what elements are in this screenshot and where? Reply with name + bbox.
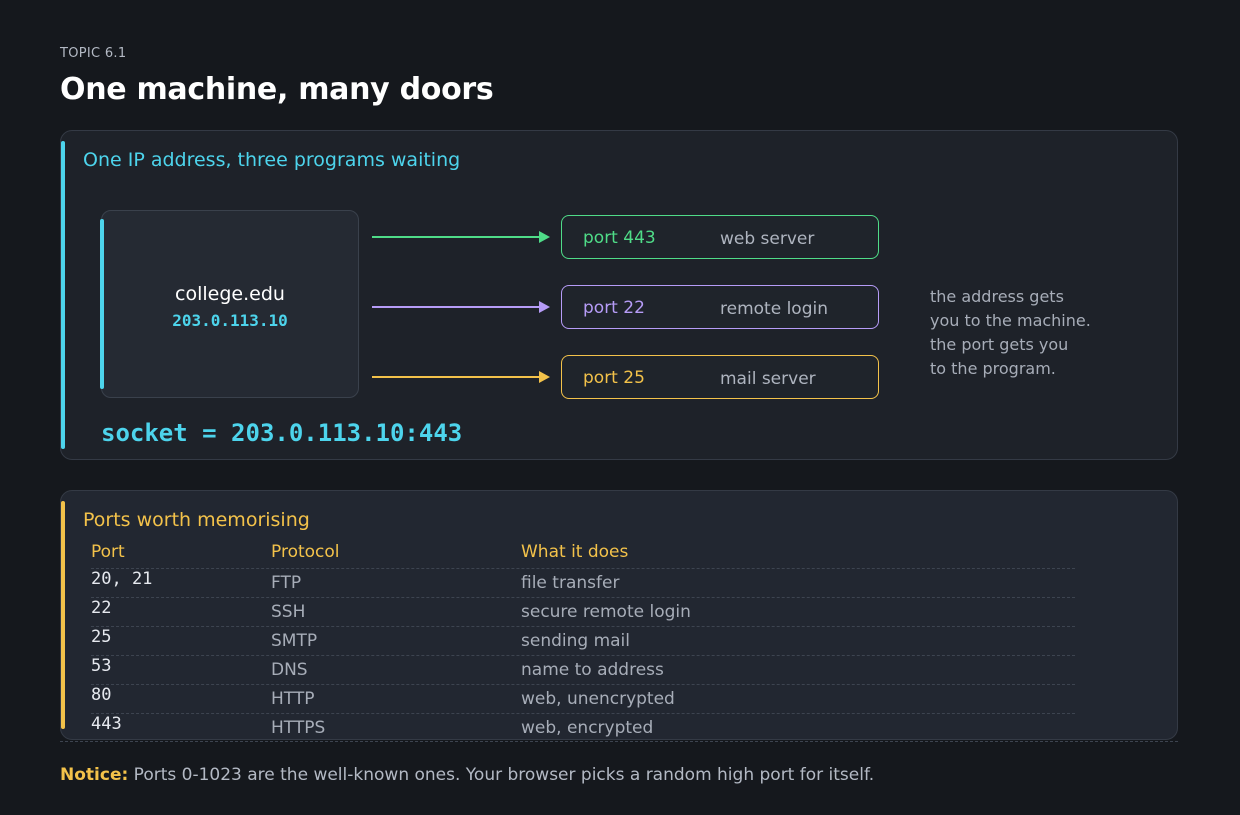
ports-card: Ports worth memorising Port Protocol Wha… [60, 490, 1178, 740]
table-row: 53 DNS name to address [91, 655, 1075, 684]
cell-protocol: SSH [271, 602, 306, 622]
header-port: Port [91, 542, 125, 562]
port-number: port 25 [583, 368, 645, 388]
cell-protocol: FTP [271, 573, 302, 593]
cell-protocol: HTTP [271, 689, 315, 709]
port-number: port 22 [583, 298, 645, 318]
arrow-head [539, 371, 550, 383]
card-accent-bar [61, 501, 65, 729]
table-row: 25 SMTP sending mail [91, 626, 1075, 655]
cell-port: 25 [91, 627, 112, 647]
cell-what: secure remote login [521, 602, 691, 622]
note-line: to the program. [930, 359, 1056, 378]
explanation-note: the address gets you to the machine. the… [930, 285, 1091, 381]
cell-port: 53 [91, 656, 112, 676]
divider [60, 741, 1178, 742]
note-line: you to the machine. [930, 311, 1091, 330]
port-box-25: port 25 mail server [561, 355, 879, 399]
table-header: Port Protocol What it does [91, 540, 1075, 568]
cell-what: web, encrypted [521, 718, 654, 738]
cell-protocol: SMTP [271, 631, 318, 651]
port-box-443: port 443 web server [561, 215, 879, 259]
cell-port: 20, 21 [91, 569, 153, 589]
cell-what: web, unencrypted [521, 689, 675, 709]
cell-what: file transfer [521, 573, 620, 593]
cell-protocol: HTTPS [271, 718, 326, 738]
table-row: 443 HTTPS web, encrypted [91, 713, 1075, 739]
header-what: What it does [521, 542, 629, 562]
ports-table-title: Ports worth memorising [83, 509, 310, 531]
note-line: the port gets you [930, 335, 1069, 354]
cell-protocol: DNS [271, 660, 308, 680]
port-service: web server [720, 229, 815, 249]
socket-formula: socket = 203.0.113.10:443 [101, 419, 463, 447]
topic-label: TOPIC 6.1 [60, 46, 127, 61]
port-service: mail server [720, 369, 816, 389]
table-row: 80 HTTP web, unencrypted [91, 684, 1075, 713]
port-box-22: port 22 remote login [561, 285, 879, 329]
ports-table: Port Protocol What it does 20, 21 FTP fi… [91, 540, 1075, 739]
notice-footer: Notice: Ports 0-1023 are the well-known … [60, 765, 874, 785]
port-number: port 443 [583, 228, 656, 248]
cell-what: name to address [521, 660, 664, 680]
note-line: the address gets [930, 287, 1064, 306]
page-title: One machine, many doors [60, 72, 494, 107]
cell-port: 22 [91, 598, 112, 618]
arrow-head [539, 231, 550, 243]
notice-label: Notice: [60, 765, 129, 785]
cell-port: 80 [91, 685, 112, 705]
arrow-head [539, 301, 550, 313]
port-service: remote login [720, 299, 828, 319]
header-protocol: Protocol [271, 542, 340, 562]
diagram-card: One IP address, three programs waiting c… [60, 130, 1178, 460]
cell-port: 443 [91, 714, 122, 734]
table-row: 22 SSH secure remote login [91, 597, 1075, 626]
notice-text: Ports 0-1023 are the well-known ones. Yo… [128, 765, 875, 785]
table-row: 20, 21 FTP file transfer [91, 568, 1075, 597]
cell-what: sending mail [521, 631, 630, 651]
